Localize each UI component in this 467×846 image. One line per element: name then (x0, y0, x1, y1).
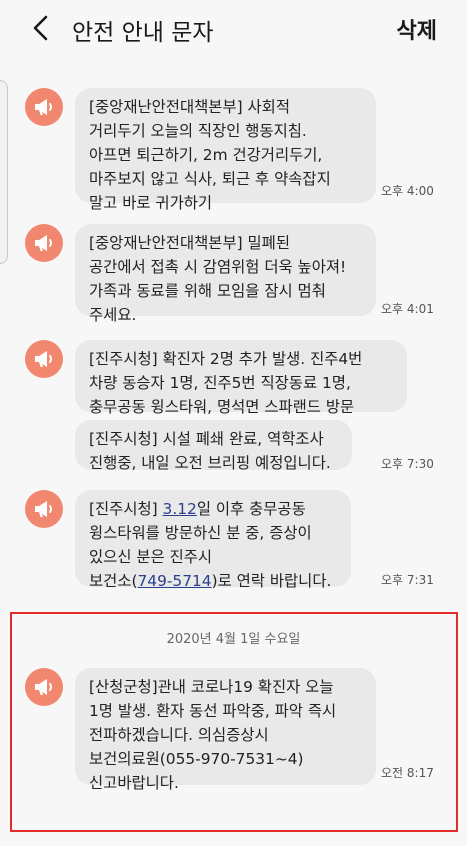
scroll-handle[interactable] (0, 80, 8, 264)
megaphone-icon (35, 501, 52, 517)
message-time: 오후 7:30 (381, 457, 434, 471)
megaphone-icon (35, 679, 52, 695)
delete-button[interactable]: 삭제 (397, 13, 437, 45)
alert-avatar (25, 88, 63, 126)
message-bubble[interactable]: [진주시청] 3.12일 이후 충무공동 윙스타워를 방문하신 분 중, 증상이… (75, 490, 351, 590)
phone-link[interactable]: 749-5714 (137, 572, 211, 590)
back-button[interactable] (26, 12, 58, 44)
alert-avatar (25, 340, 63, 378)
message-text: [진주시청] (89, 500, 163, 518)
megaphone-icon (35, 235, 52, 251)
alert-avatar (25, 668, 63, 706)
megaphone-icon (35, 99, 52, 115)
alert-avatar (25, 224, 63, 262)
message-time: 오후 7:31 (381, 573, 434, 587)
message-time: 오후 4:00 (381, 184, 434, 198)
message-bubble[interactable]: [진주시청] 시설 폐쇄 완료, 역학조사 진행중, 내일 오전 브리핑 예정입… (75, 420, 352, 472)
message-time: 오후 4:01 (381, 302, 434, 316)
date-separator: 2020년 4월 1일 수요일 (166, 632, 301, 647)
message-bubble[interactable]: [산청군청]관내 코로나19 확진자 오늘 1명 발생. 환자 동선 파악중, … (75, 668, 376, 792)
alert-avatar (25, 490, 63, 528)
chevron-left-icon (33, 15, 48, 41)
message-bubble[interactable]: [중앙재난안전대책본부] 사회적 거리두기 오늘의 직장인 행동지침. 아프면 … (75, 88, 376, 212)
top-app-bar: 안전 안내 문자 삭제 (0, 0, 467, 58)
message-bubble[interactable]: [중앙재난안전대책본부] 밀폐된 공간에서 접촉 시 감염위험 더욱 높아져! … (75, 224, 376, 324)
megaphone-icon (35, 351, 52, 367)
message-time: 오전 8:17 (381, 766, 434, 780)
message-bubble[interactable]: [진주시청] 확진자 2명 추가 발생. 진주4번 차량 동승자 1명, 진주5… (75, 340, 407, 416)
message-text: )로 연락 바랍니다. (211, 572, 332, 590)
page-title: 안전 안내 문자 (72, 20, 214, 46)
date-link[interactable]: 3.12 (163, 500, 197, 518)
